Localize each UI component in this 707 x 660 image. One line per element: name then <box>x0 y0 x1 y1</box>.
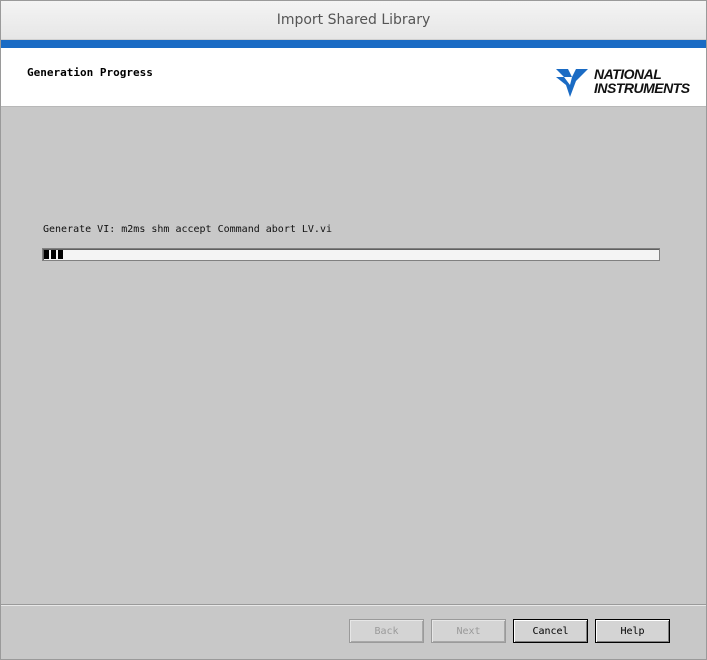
national-instruments-logo: NATIONAL INSTRUMENTS <box>554 62 696 100</box>
ni-eagle-icon <box>556 69 588 97</box>
wizard-content: Generate VI: m2ms shm accept Command abo… <box>1 108 706 604</box>
cancel-button[interactable]: Cancel <box>513 619 588 643</box>
button-bar: Back Next Cancel Help <box>1 604 706 659</box>
back-button[interactable]: Back <box>349 619 424 643</box>
logo-text-line2: INSTRUMENTS <box>594 80 690 96</box>
wizard-header: Generation Progress NATIONAL INSTRUMENTS <box>1 48 706 107</box>
progress-bar <box>42 248 660 261</box>
accent-bar <box>1 40 706 48</box>
import-shared-library-dialog: Import Shared Library Generation Progres… <box>0 0 707 660</box>
progress-status-text: Generate VI: m2ms shm accept Command abo… <box>43 224 332 235</box>
window-title: Import Shared Library <box>276 12 431 28</box>
help-button[interactable]: Help <box>595 619 670 643</box>
logo-text-line1: NATIONAL <box>594 66 662 82</box>
progress-bar-fill <box>44 250 65 259</box>
title-bar[interactable]: Import Shared Library <box>1 1 706 40</box>
page-title: Generation Progress <box>27 66 153 79</box>
next-button[interactable]: Next <box>431 619 506 643</box>
